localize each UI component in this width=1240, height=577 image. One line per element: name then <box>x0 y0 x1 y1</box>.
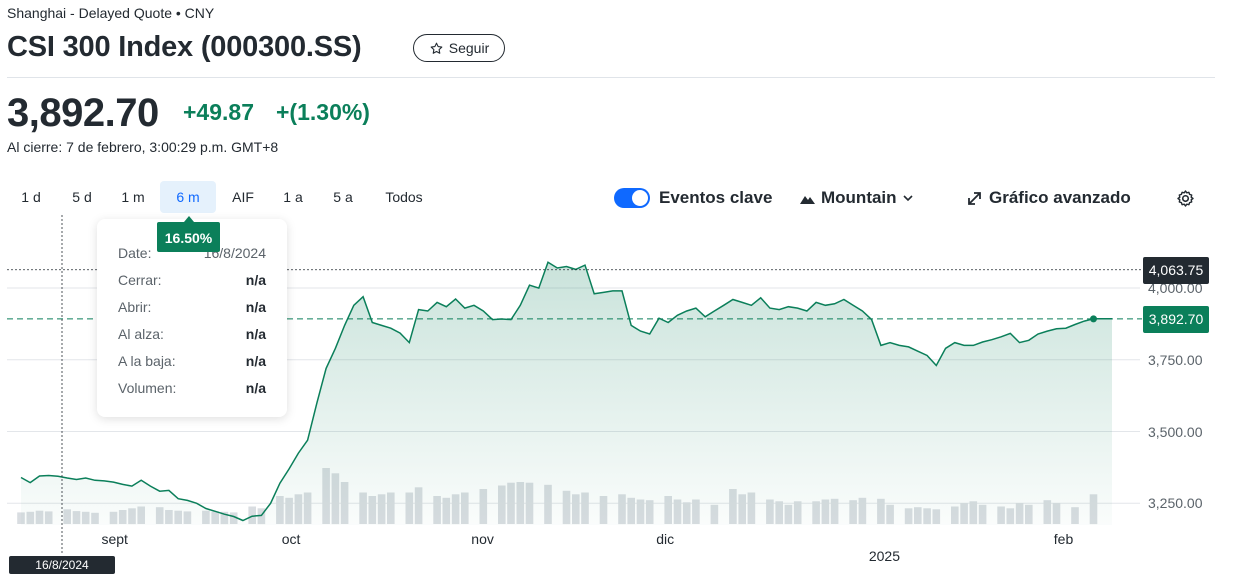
last-price-dot <box>1090 315 1098 323</box>
chart-type-dropdown[interactable]: Mountain <box>800 188 913 208</box>
tooltip-label: Al alza: <box>118 326 164 342</box>
exchange-line: Shanghai - Delayed Quote • CNY <box>7 5 215 21</box>
tab-range-1d[interactable]: 1 d <box>11 181 51 213</box>
tab-range-ytd[interactable]: AIF <box>222 181 264 213</box>
tooltip-label: Abrir: <box>118 299 152 315</box>
events-label[interactable]: Eventos clave <box>659 188 772 208</box>
tab-range-5d[interactable]: 5 d <box>62 181 102 213</box>
tooltip-row-close: Cerrar: n/a <box>118 272 266 288</box>
tooltip-row-open: Abrir: n/a <box>118 299 266 315</box>
tooltip-value: n/a <box>245 299 266 315</box>
tooltip-value: n/a <box>245 326 266 342</box>
tooltip-row-low: A la baja: n/a <box>118 353 266 369</box>
star-icon <box>430 42 443 54</box>
close-time: Al cierre: 7 de febrero, 3:00:29 p.m. GM… <box>7 139 279 155</box>
crosshair-date-tag: 16/8/2024 <box>9 556 115 574</box>
follow-button[interactable]: Seguir <box>413 34 505 62</box>
tooltip-label: Date: <box>118 245 152 261</box>
tooltip-label: Volumen: <box>118 380 177 396</box>
tooltip-value: n/a <box>245 272 266 288</box>
advanced-chart-label: Gráfico avanzado <box>989 188 1131 207</box>
page-title: CSI 300 Index (000300.SS) <box>7 31 362 63</box>
tooltip-value: n/a <box>245 380 266 396</box>
x-axis-tick-label: oct <box>281 531 301 547</box>
chevron-down-icon <box>902 194 913 201</box>
advanced-chart-button[interactable]: Gráfico avanzado <box>967 188 1131 208</box>
tab-range-1m[interactable]: 1 m <box>113 181 153 213</box>
mountain-icon <box>800 195 815 204</box>
tab-range-1y[interactable]: 1 a <box>273 181 313 213</box>
chart-type-label: Mountain <box>821 188 897 207</box>
tab-range-6m[interactable]: 6 m <box>160 181 216 213</box>
y-axis-tick-label: 3,500.00 <box>1148 423 1203 440</box>
x-axis-tick-label: sept <box>101 531 128 547</box>
tooltip-label: Cerrar: <box>118 272 162 288</box>
x-axis-tick-label: dic <box>656 531 675 547</box>
tab-range-5y[interactable]: 5 a <box>323 181 363 213</box>
percent-change-badge: 16.50% <box>157 216 220 252</box>
hover-price-tag: 4,063.75 <box>1143 256 1209 284</box>
x-axis-tick-label: nov <box>471 531 494 547</box>
tooltip-value: n/a <box>245 353 266 369</box>
x-axis-tick-label: 2025 <box>868 548 900 564</box>
current-price: 3,892.70 <box>7 91 159 135</box>
toggle-knob <box>632 190 648 206</box>
follow-label: Seguir <box>448 40 490 56</box>
settings-gear-icon[interactable] <box>1176 189 1195 208</box>
events-toggle[interactable] <box>614 188 650 208</box>
x-axis-tick-label: feb <box>1053 531 1074 547</box>
y-axis-tick-label: 3,750.00 <box>1148 351 1203 368</box>
price-change-percent: +(1.30%) <box>276 99 370 125</box>
header-divider <box>7 77 1215 78</box>
tooltip-row-high: Al alza: n/a <box>118 326 266 342</box>
tooltip-row-volume: Volumen: n/a <box>118 380 266 396</box>
last-price-tag: 3,892.70 <box>1143 305 1209 333</box>
y-axis-tick-label: 3,250.00 <box>1148 495 1203 512</box>
tooltip-label: A la baja: <box>118 353 176 369</box>
price-change: +49.87 <box>183 99 254 125</box>
expand-icon <box>968 191 981 205</box>
tab-range-all[interactable]: Todos <box>375 181 433 213</box>
